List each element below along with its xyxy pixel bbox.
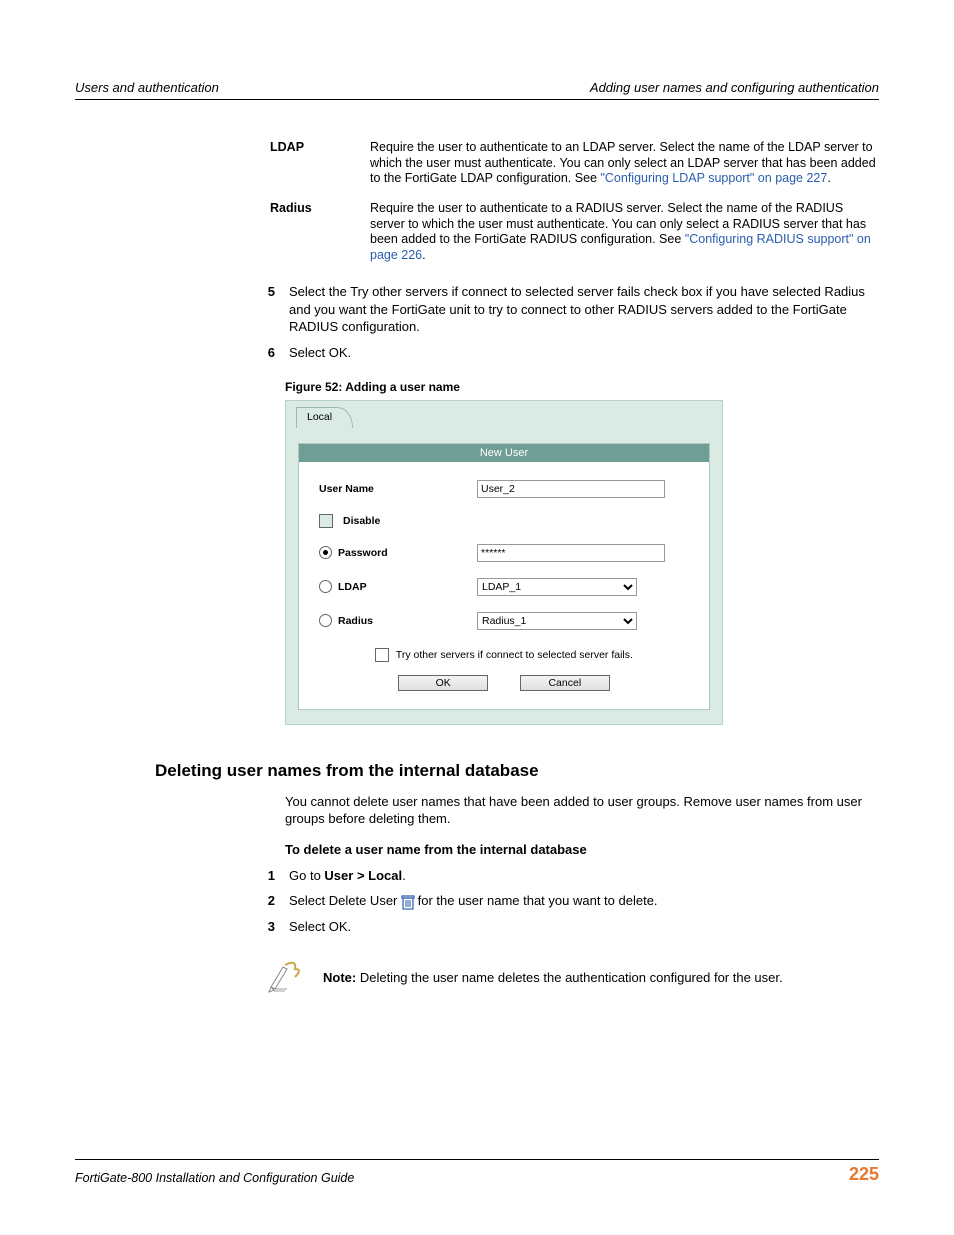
step-6: 6 Select OK. [245,344,879,362]
def-row-ldap: LDAP Require the user to authenticate to… [270,140,879,187]
text: . [422,248,425,262]
definitions-table: LDAP Require the user to authenticate to… [270,140,879,263]
label-disable: Disable [343,515,380,527]
radio-radius[interactable] [319,614,332,627]
row-username: User Name [319,480,689,498]
step-text: Go to User > Local. [289,867,879,885]
input-password[interactable] [477,544,665,562]
row-try-other: Try other servers if connect to selected… [319,648,689,662]
row-password: Password [319,544,689,562]
note-body: Deleting the user name deletes the authe… [356,970,782,985]
step-number: 3 [245,918,275,936]
sub-heading: To delete a user name from the internal … [285,842,879,857]
step-number: 6 [245,344,275,362]
label-ldap: LDAP [338,581,367,593]
select-ldap[interactable]: LDAP_1 [477,578,637,596]
figure-caption: Figure 52: Adding a user name [285,380,879,394]
step-1: 1 Go to User > Local. [245,867,879,885]
step-text: Select OK. [289,344,879,362]
text: Select Delete User [289,893,401,908]
section-heading: Deleting user names from the internal da… [155,761,879,781]
select-radius[interactable]: Radius_1 [477,612,637,630]
new-user-card: New User User Name Disable Password [298,443,710,710]
label-try-other: Try other servers if connect to selected… [396,648,633,660]
figure-screenshot: Local New User User Name Disable [285,400,723,725]
row-disable: Disable [319,514,689,528]
radio-password[interactable] [319,546,332,559]
cancel-button[interactable]: Cancel [520,675,610,691]
step-5: 5 Select the Try other servers if connec… [245,283,879,336]
def-row-radius: Radius Require the user to authenticate … [270,201,879,264]
row-ldap: LDAP LDAP_1 [319,578,689,596]
step-3: 3 Select OK. [245,918,879,936]
step-number: 1 [245,867,275,885]
link-ldap-config[interactable]: "Configuring LDAP support" on page 227 [600,171,827,185]
trash-icon [401,894,414,910]
section-paragraph: You cannot delete user names that have b… [285,793,879,828]
step-text: Select Delete User for the user name tha… [289,892,879,910]
note-icon [265,959,305,995]
input-username[interactable] [477,480,665,498]
ok-button[interactable]: OK [398,675,488,691]
card-title: New User [299,444,709,462]
checkbox-try-other[interactable] [375,648,389,662]
step-text: Select OK. [289,918,879,936]
menu-path: User > Local [324,868,402,883]
tab-strip: Local [296,407,722,435]
step-text: Select the Try other servers if connect … [289,283,879,336]
def-desc: Require the user to authenticate to a RA… [370,201,879,264]
step-number: 2 [245,892,275,910]
note-block: Note: Deleting the user name deletes the… [265,959,879,995]
label-username: User Name [319,483,374,495]
label-radius: Radius [338,615,373,627]
row-radius: Radius Radius_1 [319,612,689,630]
page-number: 225 [849,1164,879,1185]
text: . [402,868,406,883]
header-right: Adding user names and configuring authen… [590,80,879,95]
def-term: LDAP [270,140,370,187]
note-label: Note: [323,970,356,985]
tab-local[interactable]: Local [296,407,353,428]
label-password: Password [338,547,388,559]
def-desc: Require the user to authenticate to an L… [370,140,879,187]
page-footer: FortiGate-800 Installation and Configura… [75,1159,879,1185]
header-left: Users and authentication [75,80,219,95]
footer-title: FortiGate-800 Installation and Configura… [75,1171,354,1185]
text: . [827,171,830,185]
checkbox-disable[interactable] [319,514,333,528]
step-2: 2 Select Delete User for the user name t… [245,892,879,910]
text: for the user name that you want to delet… [414,893,658,908]
page-header: Users and authentication Adding user nam… [75,80,879,100]
note-text: Note: Deleting the user name deletes the… [323,970,783,985]
radio-ldap[interactable] [319,580,332,593]
def-term: Radius [270,201,370,264]
text: Go to [289,868,324,883]
step-number: 5 [245,283,275,336]
